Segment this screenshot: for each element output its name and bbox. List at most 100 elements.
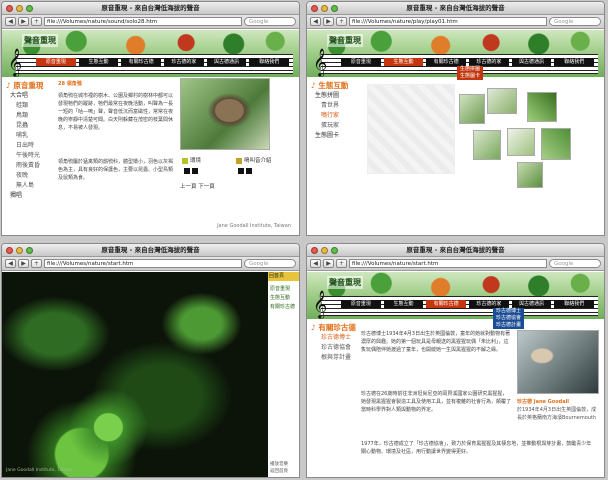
puzzle-piece[interactable] xyxy=(517,162,543,188)
menu-item[interactable]: 珍古德的家 xyxy=(469,300,509,308)
nav-item[interactable]: 鳥類 xyxy=(10,111,40,121)
menu-item[interactable]: 生態互動 xyxy=(383,300,424,308)
search-field[interactable]: Google xyxy=(244,17,296,26)
nav-item[interactable]: 生態圖卡 xyxy=(315,131,339,141)
nav-item[interactable]: 鳴行家 xyxy=(315,111,339,121)
menu-item[interactable]: 原音重現 xyxy=(341,58,381,66)
side-footer-link[interactable]: 返回首頁 xyxy=(270,468,288,475)
play-icon[interactable] xyxy=(238,168,244,174)
minimize-icon[interactable] xyxy=(16,5,23,12)
back-button[interactable]: ◀ xyxy=(310,17,321,26)
nav-item[interactable]: 哺乳 xyxy=(10,131,40,141)
nav-item[interactable]: 蛙類 xyxy=(10,101,40,111)
puzzle-piece[interactable] xyxy=(459,94,485,124)
close-icon[interactable] xyxy=(6,247,13,254)
puzzle-piece[interactable] xyxy=(507,128,535,156)
dropdown-item[interactable]: 珍古德博士 xyxy=(493,308,525,315)
side-footer-link[interactable]: 播放音樂 xyxy=(270,461,288,468)
zoom-icon[interactable] xyxy=(26,247,33,254)
puzzle-piece[interactable] xyxy=(473,130,501,160)
nav-item[interactable]: 雨後黃昏 xyxy=(10,161,40,171)
back-button[interactable]: ◀ xyxy=(5,259,16,268)
narration-playback[interactable] xyxy=(238,168,254,175)
menu-item[interactable]: 有關珍古德 xyxy=(121,58,162,66)
menu-item[interactable]: 原音重現 xyxy=(36,58,76,66)
nav-item[interactable]: 無人島 xyxy=(10,181,40,191)
home-tab[interactable]: 回首頁 xyxy=(268,272,299,281)
nav-item[interactable]: 珍古德博士 xyxy=(315,333,351,343)
nav-item[interactable]: 生態拼圖 xyxy=(315,91,339,101)
address-bar[interactable]: file:///Volumes/nature/sound/solo28.htm xyxy=(44,17,242,26)
address-bar[interactable]: file:///Volumes/nature/play/play01.htm xyxy=(349,17,547,26)
narration-control[interactable]: 鳴叫音介紹 xyxy=(236,156,272,164)
side-link[interactable]: 原音重現 xyxy=(270,285,297,294)
menu-item[interactable]: 有關珍古德 xyxy=(426,300,467,308)
nav-item[interactable]: 蛋玩家 xyxy=(315,121,339,131)
side-link[interactable]: 生態互動 xyxy=(270,294,297,303)
play-icon[interactable] xyxy=(184,168,190,174)
stop-icon[interactable] xyxy=(246,168,252,174)
dropdown-item[interactable]: 生態圖卡 xyxy=(457,73,484,80)
menu-item[interactable]: 與古德通訊 xyxy=(511,300,552,308)
menu-item[interactable]: 聯絡我們 xyxy=(554,300,595,308)
add-bookmark-button[interactable]: + xyxy=(31,259,42,268)
nav-item[interactable]: 日出時 xyxy=(10,141,40,151)
search-field[interactable]: Google xyxy=(549,17,601,26)
zoom-icon[interactable] xyxy=(331,5,338,12)
dropdown-item[interactable]: 生態拼圖 xyxy=(457,66,484,73)
stop-icon[interactable] xyxy=(192,168,198,174)
nav-item[interactable]: 夜晚 xyxy=(10,171,40,181)
menu-item[interactable]: 聯絡我們 xyxy=(554,58,595,66)
add-bookmark-button[interactable]: + xyxy=(336,259,347,268)
side-link[interactable]: 有關珍古德 xyxy=(270,303,297,312)
nav-item[interactable]: 珍古德協會 xyxy=(315,343,351,353)
leaf-icon xyxy=(182,157,188,164)
minimize-icon[interactable] xyxy=(321,5,328,12)
menu-item[interactable]: 聯絡我們 xyxy=(249,58,290,66)
search-field[interactable]: Google xyxy=(244,259,296,268)
minimize-icon[interactable] xyxy=(16,247,23,254)
nav-item[interactable]: 青世界 xyxy=(315,101,339,111)
minimize-icon[interactable] xyxy=(321,247,328,254)
forward-button[interactable]: ▶ xyxy=(323,259,334,268)
address-bar[interactable]: file:///Volumes/nature/start.htm xyxy=(349,259,547,268)
forward-button[interactable]: ▶ xyxy=(18,259,29,268)
menu-item[interactable]: 生態互動 xyxy=(78,58,119,66)
nav-item[interactable]: 根與芽計畫 xyxy=(315,353,351,363)
puzzle-piece[interactable] xyxy=(541,128,571,160)
menu-item[interactable]: 原音重現 xyxy=(341,300,381,308)
add-bookmark-button[interactable]: + xyxy=(336,17,347,26)
forward-button[interactable]: ▶ xyxy=(18,17,29,26)
back-button[interactable]: ◀ xyxy=(310,259,321,268)
address-bar[interactable]: file:///Volumes/nature/start.htm xyxy=(44,259,242,268)
menu-item[interactable]: 與古德通訊 xyxy=(511,58,552,66)
puzzle-piece[interactable] xyxy=(487,88,517,114)
menu-item[interactable]: 有關珍古德 xyxy=(426,58,467,66)
close-icon[interactable] xyxy=(311,5,318,12)
dropdown-item[interactable]: 珍古德計畫 xyxy=(493,322,525,329)
nav-item[interactable]: 大合唱 xyxy=(10,91,40,101)
title-bar: 原音重現 - 來自台灣低海拔的聲音 xyxy=(307,244,604,257)
pager[interactable]: 上一頁 下一頁 xyxy=(180,182,215,190)
environment-control[interactable]: 環境 xyxy=(182,156,201,164)
toolbar: ◀ ▶ + file:///Volumes/nature/start.htm G… xyxy=(307,257,604,271)
puzzle-piece[interactable] xyxy=(527,92,557,122)
zoom-icon[interactable] xyxy=(26,5,33,12)
close-icon[interactable] xyxy=(6,5,13,12)
back-button[interactable]: ◀ xyxy=(5,17,16,26)
close-icon[interactable] xyxy=(311,247,318,254)
menu-item[interactable]: 珍古德的家 xyxy=(164,58,204,66)
add-bookmark-button[interactable]: + xyxy=(31,17,42,26)
menu-item[interactable]: 與古德通訊 xyxy=(206,58,247,66)
nav-item[interactable]: 昆蟲 xyxy=(10,121,40,131)
menu-item[interactable]: 珍古德的家 xyxy=(469,58,509,66)
nav-item[interactable]: 獨唱 xyxy=(10,191,40,201)
search-field[interactable]: Google xyxy=(549,259,601,268)
puzzle-board[interactable] xyxy=(367,84,455,174)
dropdown-item[interactable]: 珍古德協會 xyxy=(493,315,525,322)
environment-playback[interactable] xyxy=(184,168,200,175)
forward-button[interactable]: ▶ xyxy=(323,17,334,26)
nav-item[interactable]: 午後時光 xyxy=(10,151,40,161)
zoom-icon[interactable] xyxy=(331,247,338,254)
menu-item[interactable]: 生態互動 xyxy=(383,58,424,66)
